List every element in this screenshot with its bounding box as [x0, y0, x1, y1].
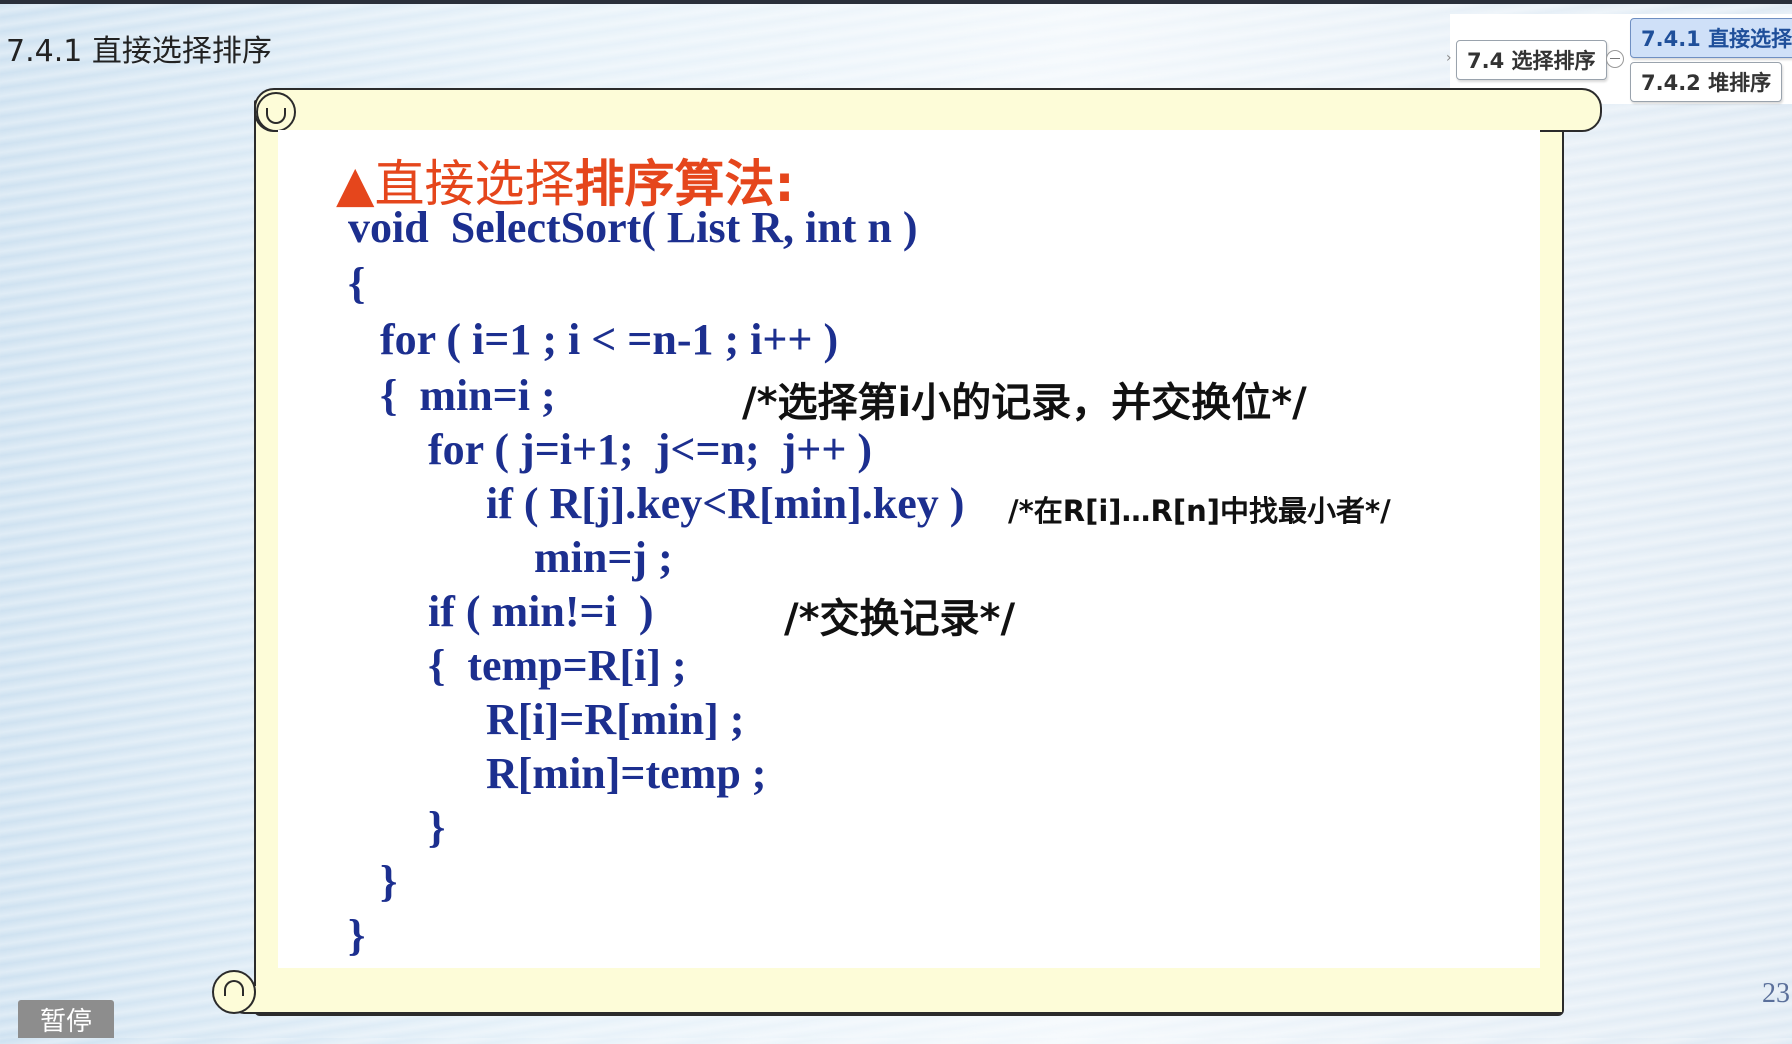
scroll-bottom-roll [230, 986, 1562, 1014]
code-line-close-func: } [348, 911, 366, 960]
code-line-temp: { temp=R[i] ; [428, 641, 687, 690]
code-line-outer-for: for ( i=1 ; i < =n-1 ; i++ ) [380, 315, 839, 364]
code-line-close-for: } [380, 857, 398, 906]
nav-expand-arrow-icon[interactable]: › [1446, 50, 1452, 66]
code-line-min-init: { min=i ; [380, 371, 556, 420]
code-panel [278, 130, 1540, 968]
code-line-open-brace: { [348, 259, 366, 308]
page-number: 23 [1762, 978, 1790, 1009]
outline-item-parent[interactable]: 7.4 选择排序 [1456, 40, 1607, 80]
scroll-bottom-curl [212, 970, 256, 1014]
slide-title: 7.4.1 直接选择排序 [6, 34, 272, 69]
outline-item-current[interactable]: 7.4.1 直接选择 [1630, 18, 1792, 58]
comment-find-min: /*在R[i]…R[n]中找最小者*/ [1008, 494, 1391, 528]
outline-collapse-icon[interactable] [1606, 50, 1624, 68]
window-top-border [0, 0, 1792, 4]
scroll-top-curl [256, 92, 296, 132]
code-line-signature: void SelectSort( List R, int n ) [348, 203, 918, 252]
code-line-inner-for: for ( j=i+1; j<=n; j++ ) [428, 425, 873, 474]
scroll-top-roll [254, 88, 1602, 132]
code-line-assign-i: R[i]=R[min] ; [486, 695, 745, 744]
code-line-assign-min: R[min]=temp ; [486, 749, 767, 798]
code-line-min-assign: min=j ; [534, 533, 673, 582]
code-line-close-if: } [428, 803, 446, 852]
comment-select-ith: /*选择第i小的记录，并交换位*/ [742, 380, 1307, 426]
outline-item-next[interactable]: 7.4.2 堆排序 [1630, 62, 1783, 102]
code-line-if-swap: if ( min!=i ) [428, 587, 654, 636]
pause-button[interactable]: 暂停 [18, 1000, 114, 1038]
code-line-compare: if ( R[j].key<R[min].key ) [486, 479, 965, 528]
comment-swap: /*交换记录*/ [784, 596, 1016, 642]
